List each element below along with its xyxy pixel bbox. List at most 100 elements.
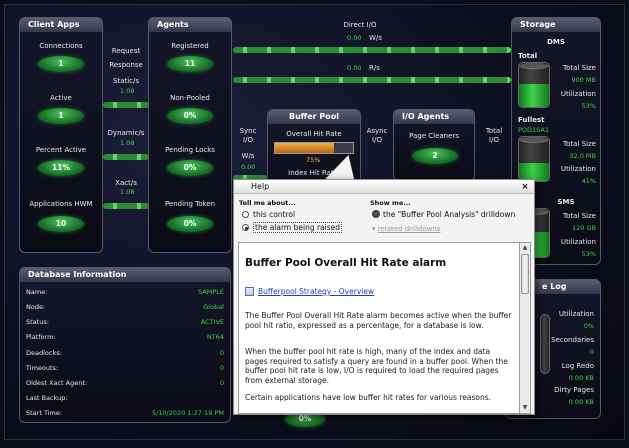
percent-active-label: Percent Active	[35, 146, 87, 154]
link-label: Bufferpool Strategy - Overview	[258, 287, 375, 296]
scroll-up-icon[interactable]: ▲	[520, 243, 530, 253]
radio-dot-selected-icon	[242, 224, 249, 231]
static-label: Static/s	[112, 77, 140, 85]
total-size-label: Total Size	[563, 64, 596, 72]
related-label: related drilldowns	[377, 225, 441, 233]
log-redo-value: 0.00 KB	[568, 374, 594, 382]
total-tank	[518, 62, 550, 108]
sms-util-value: 53%	[581, 250, 596, 258]
total-size-value: 900 MB	[571, 76, 596, 84]
page-cleaners-label: Page Cleaners	[409, 132, 459, 140]
db-value: SAMPLE	[198, 288, 224, 296]
dynamic-value: 1.08	[120, 139, 135, 147]
db-key: Platform:	[26, 333, 56, 341]
document-link-icon	[245, 287, 254, 296]
fullest-tank	[518, 136, 550, 182]
radio-this-control[interactable]: this control	[242, 210, 295, 219]
radio-dot-icon	[242, 211, 249, 218]
tell-me-label: Tell me about...	[239, 199, 296, 207]
dirty-pages-label: Dirty Pages	[554, 386, 594, 394]
xact-flow	[103, 203, 149, 209]
response-label: Response	[109, 61, 143, 69]
total-io-label-2: I/O	[489, 136, 499, 144]
registered-label: Registered	[171, 42, 209, 50]
help-para-1: The Buffer Pool Overall Hit Rate alarm b…	[245, 311, 512, 330]
close-icon[interactable]: ×	[520, 182, 530, 192]
page-cleaners-value[interactable]: 2	[412, 148, 458, 164]
related-drilldowns[interactable]: ▾ related drilldowns	[372, 225, 440, 233]
bufferpool-strategy-link[interactable]: Bufferpool Strategy - Overview	[245, 287, 374, 296]
secondaries-label: Secondaries	[551, 336, 594, 344]
sms-util-label: Utilization	[560, 238, 596, 246]
active-value[interactable]: 1	[38, 108, 84, 124]
sms-label: SMS	[557, 198, 575, 206]
db-row-node: Node: Global	[26, 303, 224, 315]
applications-hwm-value[interactable]: 10	[38, 216, 84, 232]
async-io-label-2: I/O	[372, 136, 382, 144]
client-apps-title: Client Apps	[20, 18, 102, 32]
db-value: 0	[219, 379, 224, 387]
db-key: Deadlocks:	[26, 349, 62, 357]
applications-hwm-label: Applications HWM	[29, 200, 93, 208]
radio-label: the alarm being raised	[253, 222, 343, 233]
db-row-deadlocks: Deadlocks: 0	[26, 349, 224, 361]
pending-token-value[interactable]: 0%	[167, 216, 213, 232]
show-me-label: Show me...	[370, 199, 411, 207]
db-key: Name:	[26, 288, 48, 296]
xact-label: Xact/s	[115, 179, 137, 187]
help-title[interactable]: Help	[234, 180, 534, 194]
show-me-item-label: the "Buffer Pool Analysis" drilldown	[383, 210, 516, 219]
connections-label: Connections	[39, 42, 83, 50]
async-io-label: Async	[366, 127, 388, 135]
scroll-down-icon[interactable]: ▼	[520, 403, 530, 413]
secondaries-value: 0	[589, 348, 594, 356]
hit-rate-bar-fill	[275, 143, 334, 153]
fullest-label: Fullest	[518, 116, 545, 124]
io-agents-title: I/O Agents	[394, 110, 474, 124]
hit-rate-bar[interactable]	[274, 142, 354, 154]
sync-io-label-2: I/O	[243, 136, 253, 144]
percent-active-value[interactable]: 11%	[38, 160, 84, 176]
active-label: Active	[50, 94, 72, 102]
sync-io-label: Sync	[239, 127, 257, 135]
sync-io-unit: W/s	[241, 152, 255, 160]
db-key: Node:	[26, 303, 46, 311]
total-util-label: Utilization	[560, 90, 596, 98]
db-value: 0	[219, 364, 224, 372]
drilldown-icon	[372, 210, 380, 218]
dms-label: DMS	[547, 38, 565, 46]
db-value: 5/10/2020 1:27:19 PM	[151, 409, 224, 417]
registered-value[interactable]: 11	[167, 56, 213, 72]
help-content: Buffer Pool Overall Hit Rate alarm Buffe…	[238, 242, 520, 414]
radio-alarm-raised[interactable]: the alarm being raised	[242, 222, 343, 233]
fullest-name: POD1SA1	[518, 126, 550, 134]
dynamic-flow	[103, 154, 149, 160]
log-tank	[540, 314, 550, 374]
fullest-size-value: 32.0 MB	[569, 152, 596, 160]
help-popup[interactable]: Help × Tell me about... this control the…	[233, 179, 535, 415]
db-key: Status:	[26, 318, 49, 326]
total-util-value: 53%	[581, 102, 596, 110]
db-value: 0	[219, 349, 224, 357]
non-pooled-value[interactable]: 0%	[167, 108, 213, 124]
client-apps-panel: Client Apps Connections 1 Active 1 Perce…	[19, 17, 103, 253]
fullest-util-value: 41%	[581, 177, 596, 185]
db-row-oldest-xact: Oldest Xact Agent: 0	[26, 379, 224, 391]
log-redo-label: Log Redo	[561, 362, 594, 370]
direct-io-read-unit: R/s	[369, 64, 380, 72]
db-key: Start Time:	[26, 409, 63, 417]
db-value: ACTIVE	[200, 318, 224, 326]
pending-locks-value[interactable]: 0%	[167, 160, 213, 176]
db-value: Global	[203, 303, 224, 311]
show-me-drilldown[interactable]: the "Buffer Pool Analysis" drilldown	[372, 210, 515, 219]
direct-io-label: Direct I/O	[343, 21, 377, 29]
connections-value[interactable]: 1	[38, 56, 84, 72]
help-scrollbar[interactable]: ▲ ▼	[520, 242, 531, 414]
hit-rate-value: 75%	[306, 156, 321, 164]
total-label: Total	[518, 52, 538, 60]
storage-title: Storage	[512, 18, 600, 32]
db-row-start-time: Start Time: 5/10/2020 1:27:19 PM	[26, 409, 224, 421]
agents-title: Agents	[149, 18, 231, 32]
scroll-thumb[interactable]	[521, 254, 529, 294]
pending-token-label: Pending Token	[164, 200, 216, 208]
